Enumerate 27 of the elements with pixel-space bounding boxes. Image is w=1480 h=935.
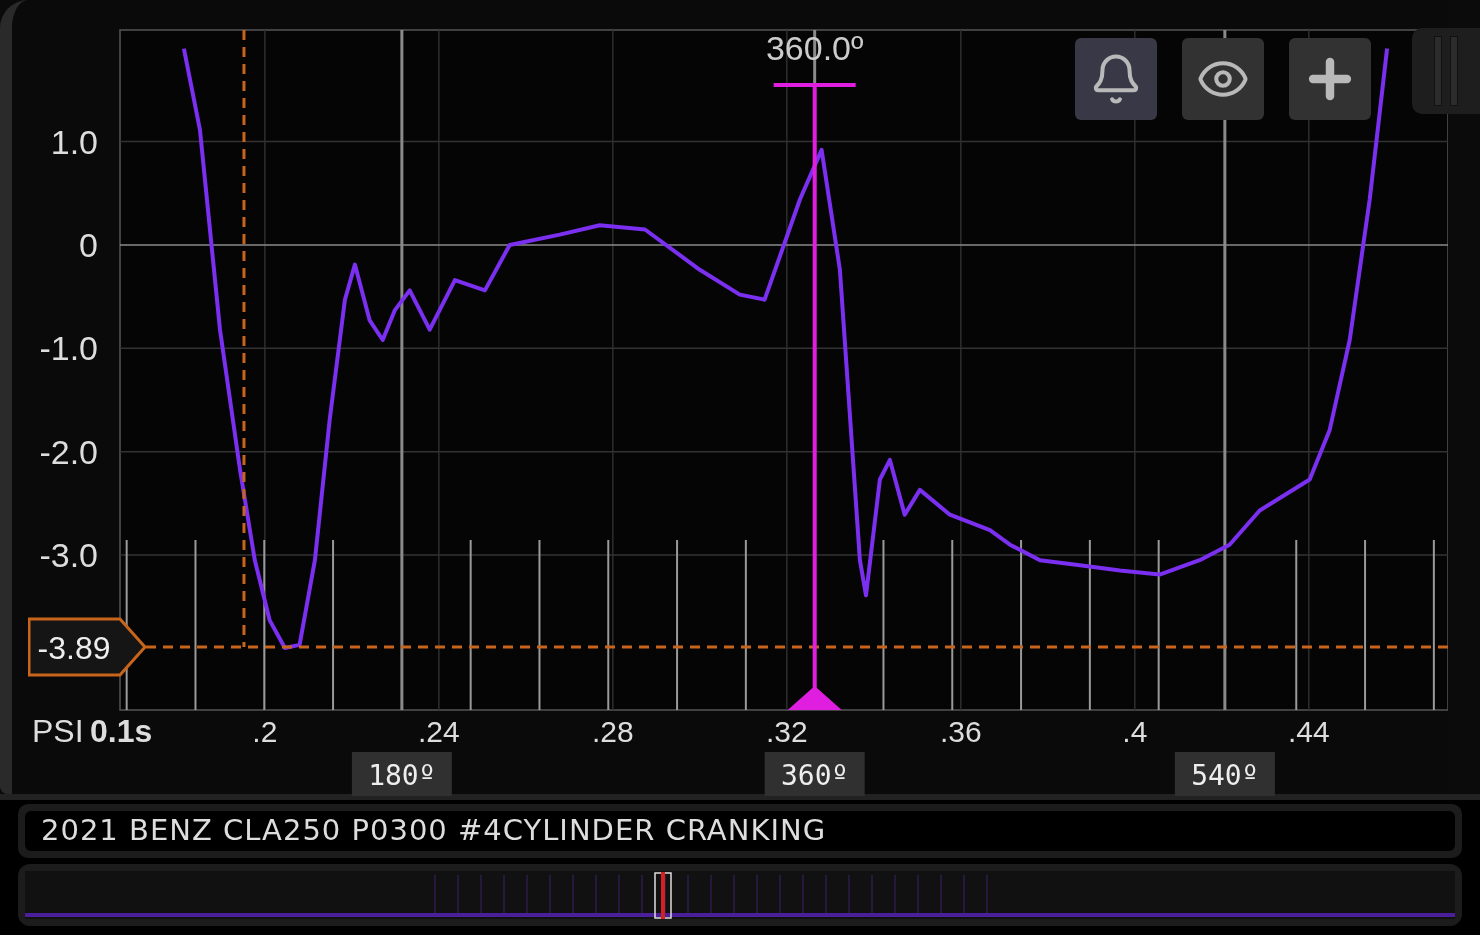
recording-title: 2021 BENZ CLA250 P0300 #4CYLINDER CRANKING [41,812,827,850]
plus-button[interactable] [1289,38,1371,120]
x-axis-label: .24 [418,715,460,748]
x-axis-label: .36 [939,715,982,748]
y-axis-unit: PSI [32,713,84,749]
x-axis-unit: 0.1s [90,713,153,749]
angle-tag: 540º [1174,752,1275,796]
crank-cursor[interactable] [773,83,856,710]
x-axis-label: .32 [765,715,808,748]
x-axis-label: .2 [252,715,278,748]
cursor-line[interactable] [242,30,246,647]
y-axis-label: -3.0 [39,536,98,574]
cursor-line[interactable] [146,645,1448,649]
eye-button[interactable] [1182,38,1264,120]
y-axis-label: -1.0 [39,329,98,368]
angle-tag: 360º [764,752,865,796]
y-axis-label: 0 [79,225,98,264]
value-reading: -3.89 [37,629,111,666]
value-tag[interactable] [28,617,147,677]
panel-handle[interactable] [1412,28,1480,114]
y-axis-label: 1.0 [50,122,98,161]
x-axis-label: .4 [1122,715,1148,748]
x-axis-label: .28 [592,715,634,748]
bell-button[interactable] [1075,38,1157,120]
y-axis-label: -2.0 [39,432,98,471]
angle-tag: 180º [351,752,452,796]
x-axis-label: .44 [1287,715,1330,748]
